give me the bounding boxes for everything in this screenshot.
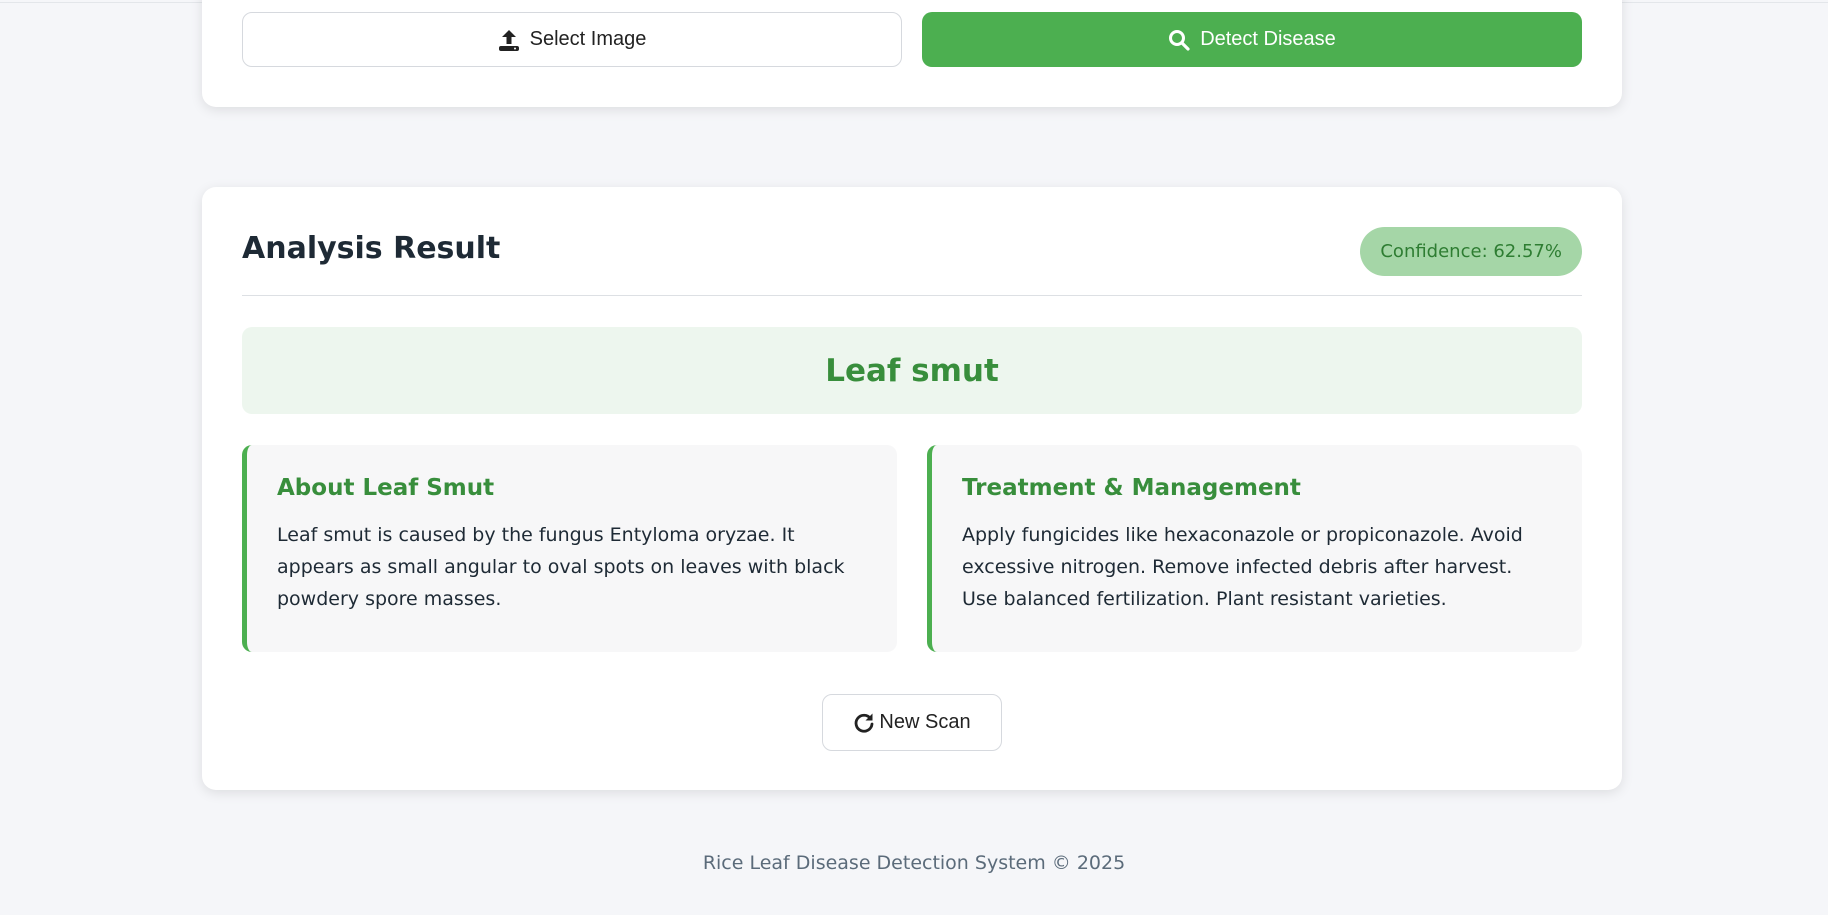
upload-icon bbox=[498, 29, 519, 51]
about-disease-box: About Leaf Smut Leaf smut is caused by t… bbox=[242, 445, 897, 652]
result-title: Analysis Result bbox=[242, 231, 501, 266]
disease-banner: Leaf smut bbox=[242, 327, 1582, 414]
treatment-box: Treatment & Management Apply fungicides … bbox=[927, 445, 1582, 652]
result-divider bbox=[242, 295, 1582, 296]
refresh-icon bbox=[855, 713, 874, 733]
about-heading: About Leaf Smut bbox=[277, 475, 495, 501]
confidence-badge: Confidence: 62.57% bbox=[1360, 227, 1582, 276]
footer-text: Rice Leaf Disease Detection System © 202… bbox=[702, 852, 1126, 874]
disease-name: Leaf smut bbox=[825, 352, 999, 389]
treatment-text: Apply fungicides like hexaconazole or pr… bbox=[962, 524, 1523, 610]
page: Select Image Detect Disease Analysis Res… bbox=[0, 0, 1828, 915]
detect-disease-button[interactable]: Detect Disease bbox=[922, 12, 1582, 67]
detect-disease-label: Detect Disease bbox=[1200, 28, 1336, 50]
select-image-label: Select Image bbox=[529, 28, 647, 50]
treatment-heading: Treatment & Management bbox=[962, 475, 1301, 501]
new-scan-button[interactable]: New Scan bbox=[822, 694, 1002, 751]
select-image-button[interactable]: Select Image bbox=[242, 12, 902, 67]
search-icon bbox=[1169, 29, 1190, 51]
upload-card: Select Image Detect Disease bbox=[202, 0, 1622, 107]
about-text: Leaf smut is caused by the fungus Entylo… bbox=[277, 524, 845, 610]
result-card: Analysis Result Confidence: 62.57% Leaf … bbox=[202, 187, 1622, 790]
new-scan-label: New Scan bbox=[879, 711, 971, 733]
